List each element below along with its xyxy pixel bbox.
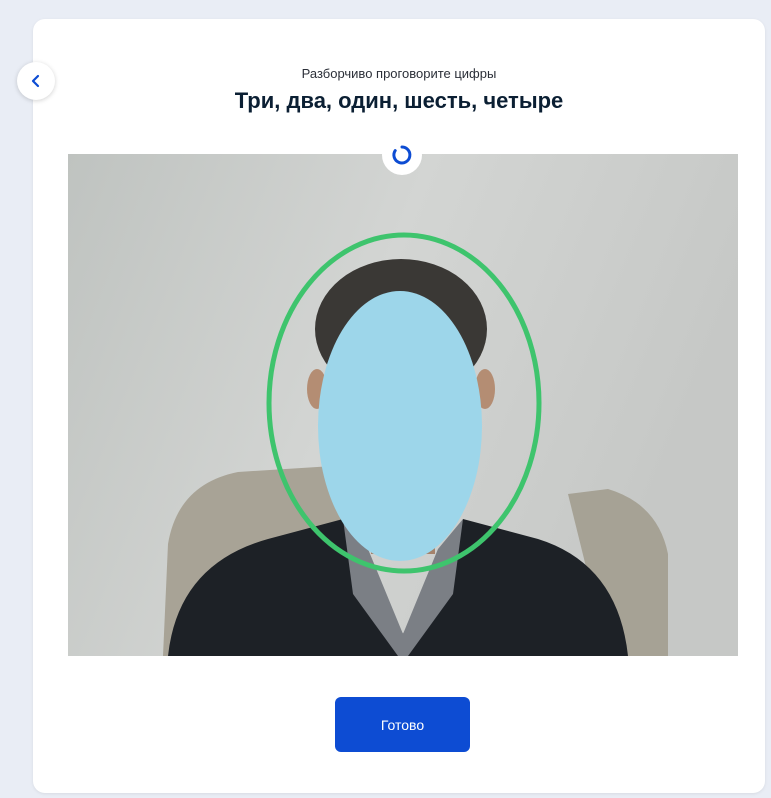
camera-preview xyxy=(68,154,738,656)
loading-indicator xyxy=(382,135,422,175)
camera-frame xyxy=(68,154,738,656)
face-mask xyxy=(318,291,482,561)
instruction-subtitle: Разборчиво проговорите цифры xyxy=(301,66,497,81)
done-button[interactable]: Готово xyxy=(335,697,470,752)
digits-title: Три, два, один, шесть, четыре xyxy=(234,88,564,113)
loading-spinner-icon xyxy=(392,145,412,165)
